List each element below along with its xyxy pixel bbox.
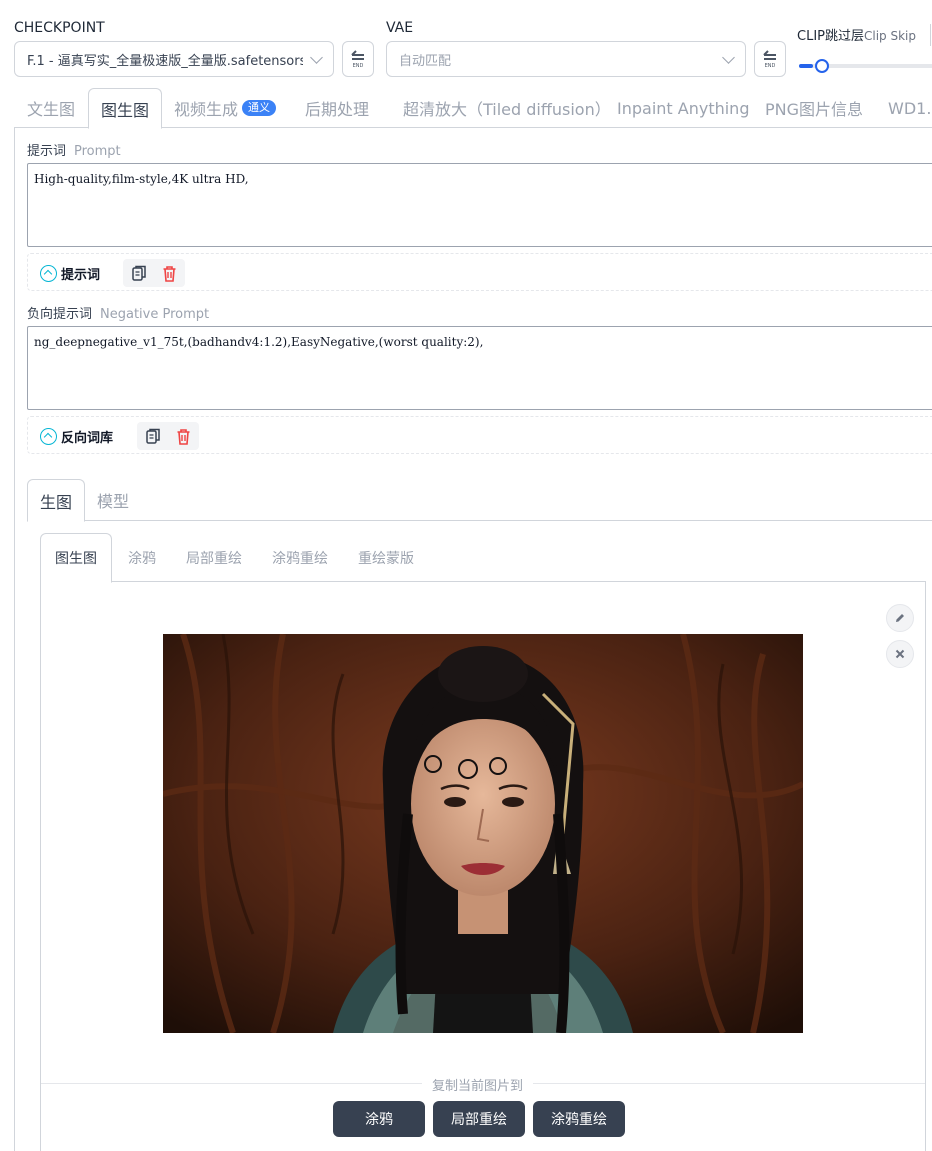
prompt-collapse-toggle[interactable]: 提示词: [40, 264, 100, 283]
copy-section-label: 复制当前图片到: [422, 1075, 534, 1094]
tab-generate[interactable]: 生图: [27, 479, 86, 522]
clear-image-button[interactable]: [886, 640, 914, 668]
copy-to-inpaint-sketch-button[interactable]: 涂鸦重绘: [533, 1101, 625, 1137]
clip-skip-label: CLIP跳过层Clip Skip: [797, 29, 916, 44]
negative-prompt-action-group: [137, 422, 199, 450]
tab-inpaint-anything[interactable]: Inpaint Anything: [617, 88, 749, 128]
generation-tabs: 生图 模型: [27, 479, 932, 522]
prompt-action-group: [123, 259, 185, 287]
arrow-left-end-icon: END: [763, 50, 776, 69]
negative-prompt-label: 负向提示词 Negative Prompt: [27, 307, 210, 322]
portrait-image: [163, 634, 803, 1033]
tab-video[interactable]: 视频生成 通义: [174, 88, 277, 128]
checkpoint-end-button[interactable]: END: [342, 41, 374, 77]
tab-txt2img[interactable]: 文生图: [27, 88, 75, 128]
arrow-left-end-icon: END: [351, 50, 364, 69]
edit-button[interactable]: [886, 604, 914, 632]
trash-icon[interactable]: [176, 428, 191, 445]
checkpoint-value: F.1 - 逼真写实_全量极速版_全量版.safetensors: [27, 53, 303, 69]
negative-prompt-toolbar: 反向词库: [27, 416, 932, 454]
vae-value: 自动匹配: [399, 53, 452, 69]
vae-label: VAE: [386, 20, 414, 36]
slider-thumb[interactable]: [815, 59, 829, 73]
checkpoint-label: CHECKPOINT: [14, 20, 105, 36]
uploaded-image: [163, 634, 803, 1033]
chevron-up-circle-icon: [40, 428, 57, 445]
copy-icon[interactable]: [145, 428, 161, 445]
close-icon: [895, 649, 905, 659]
panel-border: [14, 128, 15, 1151]
vae-end-button[interactable]: END: [754, 41, 786, 77]
tab-model[interactable]: 模型: [97, 479, 129, 521]
tab-img2img-mode[interactable]: 图生图: [40, 533, 112, 583]
tab-wd14[interactable]: WD1.4: [888, 88, 932, 128]
vae-select[interactable]: 自动匹配: [386, 41, 746, 77]
tab-png-info[interactable]: PNG图片信息: [765, 88, 863, 128]
pencil-icon: [896, 614, 904, 622]
chevron-down-icon: [722, 51, 735, 64]
tab-sketch[interactable]: 涂鸦: [128, 533, 156, 582]
trash-icon[interactable]: [162, 265, 177, 282]
svg-text:END: END: [765, 63, 776, 69]
prompt-label: 提示词 Prompt: [27, 144, 121, 159]
chevron-up-circle-icon: [40, 265, 57, 282]
main-tabs: 文生图 图生图 视频生成 通义 后期处理 超清放大（Tiled diffusion…: [14, 88, 932, 129]
copy-to-sketch-button[interactable]: 涂鸦: [333, 1101, 425, 1137]
chevron-down-icon: [310, 51, 323, 64]
img2img-mode-tabs: 图生图 涂鸦 局部重绘 涂鸦重绘 重绘蒙版: [40, 533, 926, 583]
divider: [930, 24, 931, 46]
copy-to-inpaint-button[interactable]: 局部重绘: [433, 1101, 525, 1137]
negative-prompt-collapse-toggle[interactable]: 反向词库: [40, 427, 113, 446]
prompt-input[interactable]: High-quality,film-style,4K ultra HD,: [27, 163, 932, 247]
svg-text:END: END: [353, 63, 364, 69]
tab-inpaint[interactable]: 局部重绘: [186, 533, 242, 582]
status-badge: 通义: [242, 100, 277, 116]
tab-inpaint-upload[interactable]: 重绘蒙版: [358, 533, 414, 582]
slider-fill: [799, 64, 813, 68]
tab-tiled-diffusion[interactable]: 超清放大（Tiled diffusion）: [403, 88, 611, 128]
img2img-page: CHECKPOINT F.1 - 逼真写实_全量极速版_全量版.safetens…: [0, 0, 932, 1151]
prompt-toolbar: 提示词: [27, 253, 932, 291]
negative-prompt-input[interactable]: ng_deepnegative_v1_75t,(badhandv4:1.2),E…: [27, 326, 932, 410]
tab-inpaint-sketch[interactable]: 涂鸦重绘: [272, 533, 328, 582]
copy-icon[interactable]: [131, 265, 147, 282]
tab-img2img[interactable]: 图生图: [88, 88, 163, 129]
checkpoint-select[interactable]: F.1 - 逼真写实_全量极速版_全量版.safetensors: [14, 41, 334, 77]
tab-postprocess[interactable]: 后期处理: [305, 88, 369, 128]
